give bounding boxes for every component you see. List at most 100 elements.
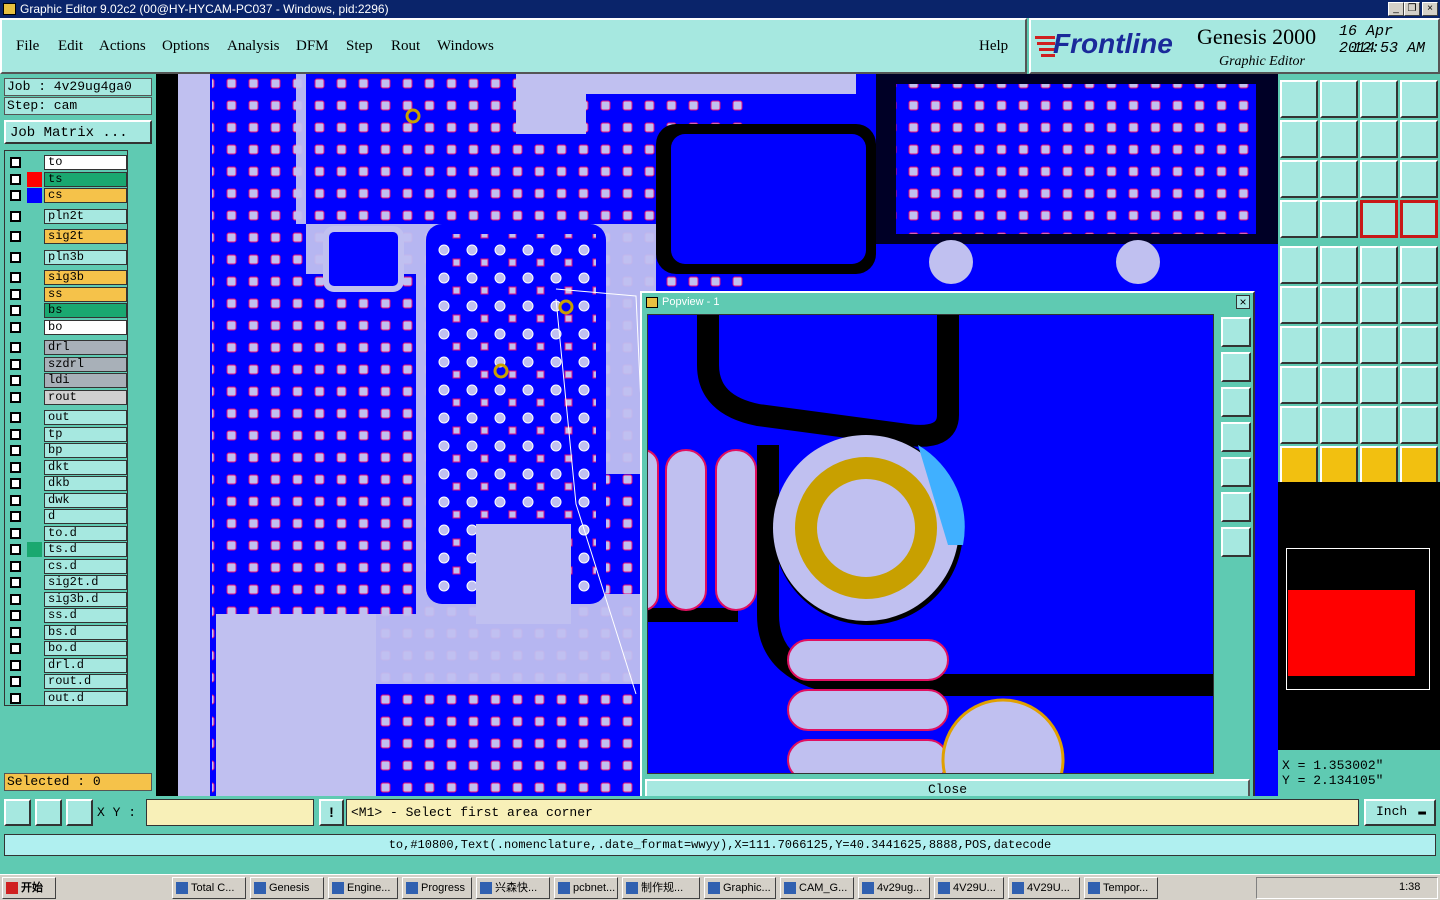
layer-checkbox[interactable] bbox=[10, 321, 21, 333]
start-button[interactable]: 开始 bbox=[2, 877, 56, 899]
layer-row-to-d[interactable]: ◆to.d bbox=[8, 525, 127, 541]
taskbar-item[interactable]: Progress bbox=[402, 877, 472, 899]
popview-tool-left-icon[interactable] bbox=[1221, 422, 1251, 452]
layer-checkbox[interactable] bbox=[10, 272, 21, 283]
layer-row-sig3b-d[interactable]: sig3b.d bbox=[8, 591, 127, 607]
tool-zoom-in-icon[interactable] bbox=[1320, 80, 1358, 118]
popview-tool-up-icon[interactable] bbox=[1221, 352, 1251, 382]
layer-checkbox[interactable] bbox=[10, 626, 21, 638]
tool-dots-icon[interactable] bbox=[1280, 366, 1318, 404]
tool-fit-icon[interactable] bbox=[1280, 160, 1318, 198]
layer-row-dwk[interactable]: dwk bbox=[8, 492, 127, 508]
snap-tool-1-icon[interactable] bbox=[4, 799, 31, 826]
layer-row-drl-d[interactable]: drl.d bbox=[8, 657, 127, 673]
layer-row-tp[interactable]: tp bbox=[8, 426, 127, 442]
layer-checkbox[interactable] bbox=[10, 676, 21, 687]
minimize-button[interactable]: _ bbox=[1388, 2, 1404, 16]
tool-vector2-icon[interactable] bbox=[1400, 286, 1438, 324]
layer-row-bo[interactable]: bo bbox=[8, 319, 127, 335]
tool-rotate-icon[interactable] bbox=[1320, 246, 1358, 284]
layer-checkbox[interactable] bbox=[10, 527, 21, 539]
tool-vector-icon[interactable] bbox=[1360, 286, 1398, 324]
layer-row-ss[interactable]: ss bbox=[8, 286, 127, 302]
popview-tool-zoom-icon[interactable] bbox=[1221, 317, 1251, 347]
layer-row-out-d[interactable]: out.d bbox=[8, 690, 127, 706]
layer-checkbox[interactable] bbox=[10, 544, 21, 555]
tool-center-icon[interactable] bbox=[1320, 160, 1358, 198]
layer-row-sig2t[interactable]: sig2t bbox=[8, 229, 127, 244]
layer-checkbox[interactable] bbox=[10, 173, 21, 185]
tool-right-icon[interactable] bbox=[1320, 120, 1358, 158]
layer-checkbox[interactable] bbox=[10, 251, 21, 263]
tool-arrow-box-icon[interactable] bbox=[1280, 246, 1318, 284]
layer-row-bp[interactable]: bp bbox=[8, 443, 127, 458]
popview-tool-down-icon[interactable] bbox=[1221, 387, 1251, 417]
menu-analysis[interactable]: Analysis bbox=[227, 38, 280, 55]
layer-checkbox[interactable] bbox=[10, 593, 21, 605]
taskbar-item[interactable]: Tempor... bbox=[1084, 877, 1158, 899]
tool-pointer-icon[interactable] bbox=[1280, 446, 1318, 484]
layer-row-cs[interactable]: cs bbox=[8, 188, 127, 203]
layer-checkbox[interactable] bbox=[10, 461, 21, 473]
taskbar-item[interactable]: Total C... bbox=[172, 877, 246, 899]
layer-checkbox[interactable] bbox=[10, 692, 21, 704]
menu-actions[interactable]: Actions bbox=[99, 38, 146, 55]
snap-tool-2-icon[interactable] bbox=[35, 799, 62, 826]
taskbar-item[interactable]: Genesis bbox=[250, 877, 324, 899]
tool-angle-icon[interactable] bbox=[1280, 326, 1318, 364]
layer-row-pln3b[interactable]: pln3b bbox=[8, 249, 127, 265]
layer-checkbox[interactable] bbox=[10, 478, 21, 489]
tool-ruler-icon[interactable] bbox=[1360, 246, 1398, 284]
layer-row-sig3b[interactable]: sig3b bbox=[8, 270, 127, 285]
tool-tri1-icon[interactable] bbox=[1280, 406, 1318, 444]
menu-rout[interactable]: Rout bbox=[391, 38, 420, 55]
layer-checkbox[interactable] bbox=[10, 412, 21, 423]
tool-line-icon[interactable] bbox=[1320, 326, 1358, 364]
layer-row-drl[interactable]: drl bbox=[8, 340, 127, 355]
layer-checkbox[interactable] bbox=[10, 643, 21, 654]
tool-dash-icon[interactable] bbox=[1320, 366, 1358, 404]
popview-tool-fit-icon[interactable] bbox=[1221, 492, 1251, 522]
tool-shape-icon[interactable] bbox=[1400, 366, 1438, 404]
layer-row-szdrl[interactable]: szdrl bbox=[8, 356, 127, 372]
layer-row-ldi[interactable]: ldi bbox=[8, 373, 127, 388]
layer-checkbox[interactable] bbox=[10, 610, 21, 621]
tool-pointer2-icon[interactable] bbox=[1320, 446, 1358, 484]
layer-row-sig2t-d[interactable]: sig2t.d bbox=[8, 575, 127, 590]
restore-button[interactable]: ❐ bbox=[1404, 2, 1420, 16]
layer-checkbox[interactable] bbox=[10, 358, 21, 370]
layer-row-bs[interactable]: bs bbox=[8, 303, 127, 318]
overview-view-rect[interactable] bbox=[1288, 590, 1415, 676]
tool-ratio-icon[interactable] bbox=[1360, 160, 1398, 198]
menu-edit[interactable]: Edit bbox=[58, 38, 83, 55]
layer-checkbox[interactable] bbox=[10, 445, 21, 456]
tool-home-icon[interactable] bbox=[1360, 80, 1398, 118]
taskbar-item[interactable]: 兴森快... bbox=[476, 877, 550, 899]
layer-checkbox[interactable] bbox=[10, 375, 21, 386]
job-matrix-button[interactable]: Job Matrix ... bbox=[4, 120, 152, 144]
units-select[interactable]: Inch ▬ bbox=[1364, 799, 1436, 826]
layer-checkbox[interactable] bbox=[10, 560, 21, 572]
layer-row-to[interactable]: ◆to bbox=[8, 155, 127, 170]
tool-flip-icon[interactable] bbox=[1360, 120, 1398, 158]
layer-row-bo-d[interactable]: bo.d bbox=[8, 641, 127, 656]
menu-windows[interactable]: Windows bbox=[437, 38, 494, 55]
layer-checkbox[interactable] bbox=[10, 428, 21, 440]
tool-circle-icon[interactable] bbox=[1400, 246, 1438, 284]
layer-checkbox[interactable] bbox=[10, 577, 21, 588]
layer-row-out[interactable]: out bbox=[8, 410, 127, 425]
overview-map[interactable] bbox=[1278, 482, 1440, 750]
tool-snap-red-icon[interactable] bbox=[1360, 200, 1398, 238]
tool-tri3-icon[interactable] bbox=[1360, 406, 1398, 444]
layer-checkbox[interactable] bbox=[10, 342, 21, 353]
layer-row-d[interactable]: d bbox=[8, 509, 127, 524]
tool-move-icon[interactable] bbox=[1280, 286, 1318, 324]
xy-input[interactable] bbox=[146, 799, 314, 826]
menu-dfm[interactable]: DFM bbox=[296, 38, 329, 55]
close-button[interactable]: × bbox=[1422, 2, 1438, 16]
popview-tool-pan-icon[interactable] bbox=[1221, 527, 1251, 557]
tool-resize-icon[interactable] bbox=[1360, 366, 1398, 404]
taskbar-item[interactable]: 4v29ug... bbox=[858, 877, 930, 899]
taskbar-item[interactable]: Graphic... bbox=[704, 877, 776, 899]
layer-checkbox[interactable] bbox=[10, 494, 21, 506]
